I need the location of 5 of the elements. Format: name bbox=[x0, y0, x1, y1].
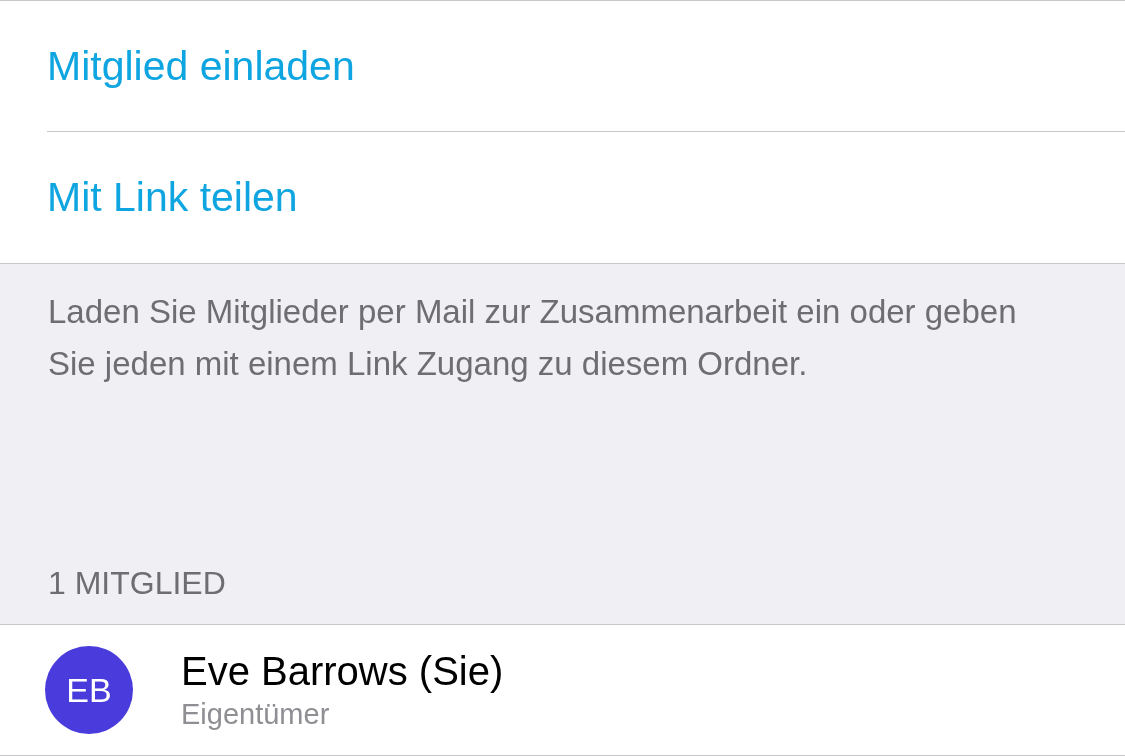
member-name: Eve Barrows (Sie) bbox=[181, 649, 504, 694]
avatar: EB bbox=[45, 646, 133, 734]
member-role: Eigentümer bbox=[181, 698, 331, 731]
footer-text: Laden Sie Mitglieder per Mail zur Zusammenarbeit ein oder geben Sie jeden mit einem Link Zugang zu diesem Ordner. bbox=[48, 292, 1018, 384]
section-header: 1 MITGLIED bbox=[48, 565, 227, 602]
